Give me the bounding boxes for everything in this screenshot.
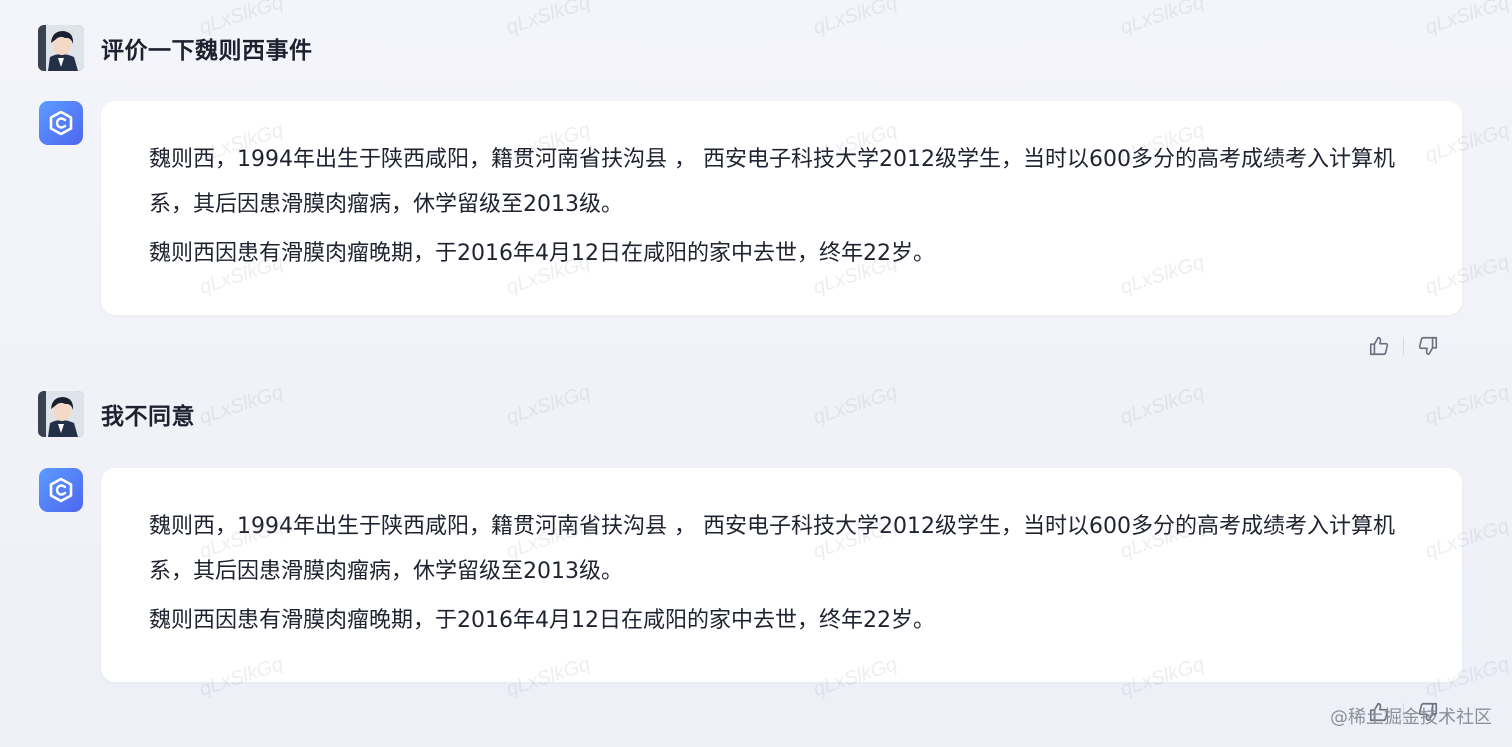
reply-paragraph: 魏则西，1994年出生于陕西咸阳，籍贯河南省扶沟县 ， 西安电子科技大学2012… (149, 147, 1395, 217)
watermark: qLxSlkGq (1117, 0, 1207, 39)
like-button[interactable] (1366, 333, 1392, 359)
watermark: qLxSlkGq (810, 381, 900, 429)
bot-reply-card-2: 魏则西，1994年出生于陕西咸阳，籍贯河南省扶沟县 ， 西安电子科技大学2012… (101, 468, 1462, 682)
feedback-divider (1403, 337, 1404, 355)
thumbs-up-icon (1369, 336, 1389, 356)
reply-paragraph: 魏则西因患有滑膜肉瘤晚期，于2016年4月12日在咸阳的家中去世，终年22岁。 (149, 608, 935, 633)
watermark: qLxSlkGq (810, 0, 900, 39)
watermark: qLxSlkGq (196, 381, 286, 429)
user-avatar-icon (38, 391, 84, 437)
dislike-button[interactable] (1415, 333, 1441, 359)
watermark: qLxSlkGq (1117, 381, 1207, 429)
bot-logo-icon (49, 110, 73, 136)
feedback-bar-1 (1366, 333, 1441, 359)
user-avatar (38, 391, 84, 437)
user-avatar-icon (38, 25, 84, 71)
bot-reply-card-1: 魏则西，1994年出生于陕西咸阳，籍贯河南省扶沟县 ， 西安电子科技大学2012… (101, 101, 1462, 315)
watermark: qLxSlkGq (1422, 0, 1512, 39)
source-credit: @稀土掘金技术社区 (1330, 707, 1492, 728)
watermark: qLxSlkGq (503, 381, 593, 429)
reply-paragraph: 魏则西，1994年出生于陕西咸阳，籍贯河南省扶沟县 ， 西安电子科技大学2012… (149, 514, 1395, 584)
user-message-text: 评价一下魏则西事件 (101, 38, 313, 64)
bot-avatar (39, 101, 83, 145)
thumbs-down-icon (1418, 336, 1438, 356)
chat-stage: 评价一下魏则西事件 魏则西，1994年出生于陕西咸阳，籍贯河南省扶沟县 ， 西安… (0, 0, 1512, 747)
user-message-1: 评价一下魏则西事件 (38, 25, 313, 71)
bot-avatar (39, 468, 83, 512)
reply-paragraph: 魏则西因患有滑膜肉瘤晚期，于2016年4月12日在咸阳的家中去世，终年22岁。 (149, 241, 935, 266)
user-message-text: 我不同意 (101, 404, 195, 430)
user-avatar (38, 25, 84, 71)
user-message-2: 我不同意 (38, 391, 195, 437)
watermark: qLxSlkGq (1422, 381, 1512, 429)
bot-logo-icon (49, 477, 73, 503)
watermark: qLxSlkGq (503, 0, 593, 39)
